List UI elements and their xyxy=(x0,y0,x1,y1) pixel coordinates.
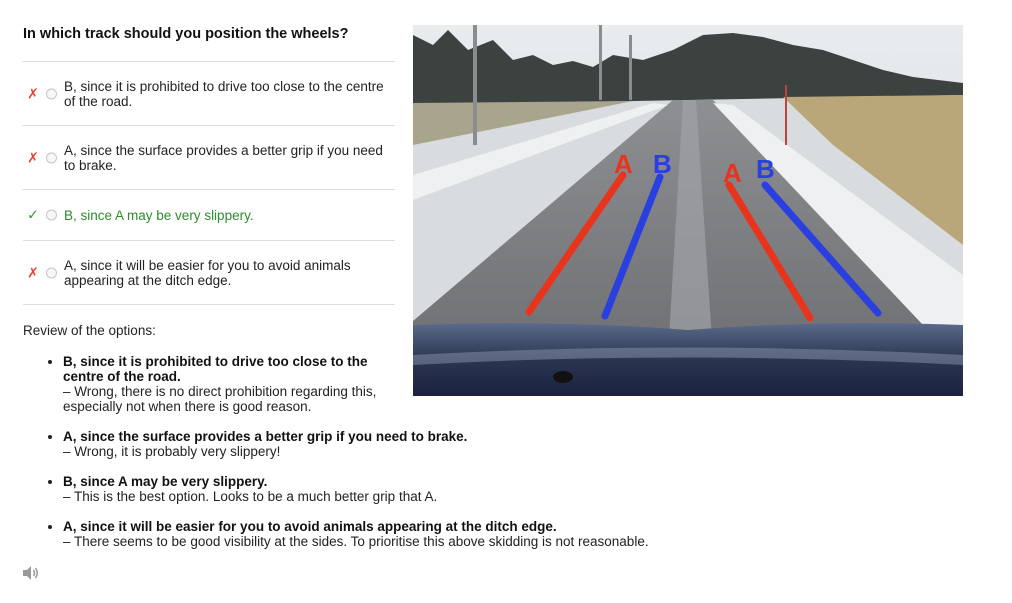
track-label: A xyxy=(723,158,742,188)
answer-option-text: B, since it is prohibited to drive too c… xyxy=(64,78,384,109)
answer-option-text: A, since it will be easier for you to av… xyxy=(64,257,351,288)
correct-mark-icon: ✓ xyxy=(27,206,39,223)
review-comment: – Wrong, it is probably very slippery! xyxy=(63,444,281,459)
radio-button[interactable] xyxy=(46,152,57,163)
answer-option-text: A, since the surface provides a better g… xyxy=(64,142,383,173)
track-label: A xyxy=(614,149,633,179)
answer-option-3[interactable]: ✓ B, since A may be very slippery. xyxy=(23,189,395,240)
review-comment: – Wrong, there is no direct prohibition … xyxy=(63,384,377,414)
radio-button[interactable] xyxy=(46,88,57,99)
review-item: A, since it will be easier for you to av… xyxy=(63,519,703,549)
radio-button[interactable] xyxy=(46,267,57,278)
answer-option-4[interactable]: ✗ A, since it will be easier for you to … xyxy=(23,240,395,305)
review-heading: Review of the options: xyxy=(23,323,156,338)
review-item: B, since it is prohibited to drive too c… xyxy=(63,354,385,414)
review-item: A, since the surface provides a better g… xyxy=(63,429,703,459)
review-list: B, since it is prohibited to drive too c… xyxy=(23,354,703,564)
answer-option-text: B, since A may be very slippery. xyxy=(64,207,254,223)
wrong-mark-icon: ✗ xyxy=(27,264,39,280)
radio-button[interactable] xyxy=(46,209,57,221)
speaker-icon[interactable] xyxy=(22,565,40,581)
track-label: B xyxy=(653,149,672,179)
answer-option-2[interactable]: ✗ A, since the surface provides a better… xyxy=(23,125,395,189)
question-title: In which track should you position the w… xyxy=(23,26,349,42)
review-option: B, since A may be very slippery. xyxy=(63,474,268,489)
review-item: B, since A may be very slippery. – This … xyxy=(63,474,703,504)
review-comment: – There seems to be good visibility at t… xyxy=(63,534,649,549)
review-option: B, since it is prohibited to drive too c… xyxy=(63,354,368,384)
road-photo: A B A B xyxy=(413,25,963,396)
track-label: B xyxy=(756,154,775,184)
wrong-mark-icon: ✗ xyxy=(27,149,39,165)
answer-options: ✗ B, since it is prohibited to drive too… xyxy=(23,61,395,305)
wrong-mark-icon: ✗ xyxy=(27,85,39,101)
review-option: A, since the surface provides a better g… xyxy=(63,429,468,444)
answer-option-1[interactable]: ✗ B, since it is prohibited to drive too… xyxy=(23,61,395,125)
review-option: A, since it will be easier for you to av… xyxy=(63,519,557,534)
review-comment: – This is the best option. Looks to be a… xyxy=(63,489,438,504)
